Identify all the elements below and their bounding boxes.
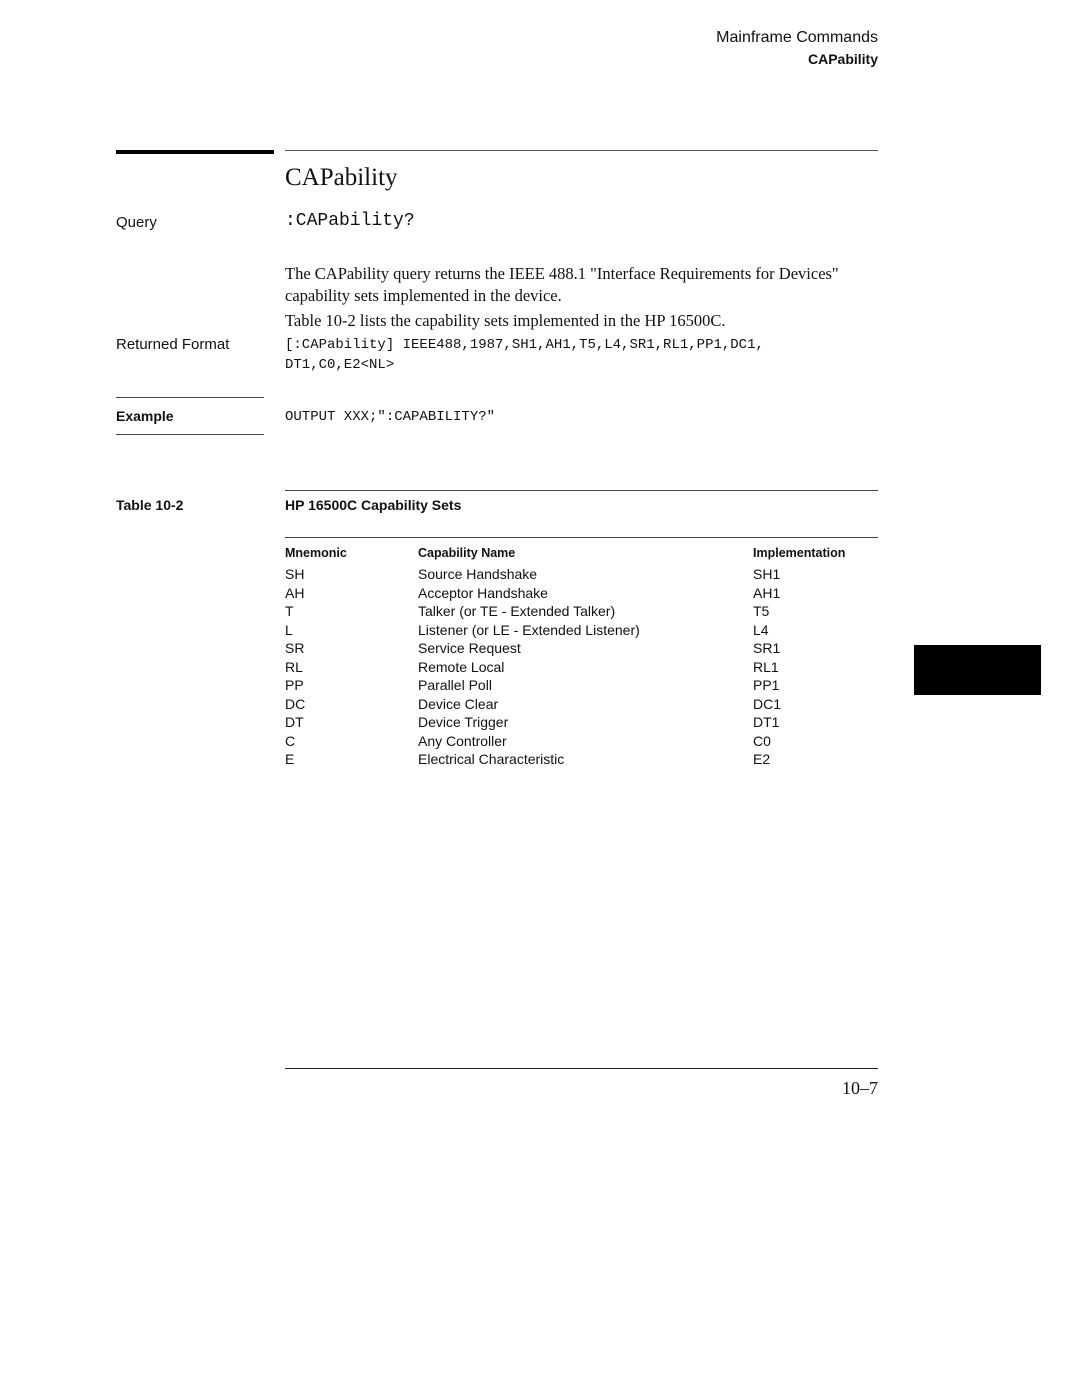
cell-implementation: DC1 [753, 695, 782, 712]
cell-mnemonic: AH [285, 584, 305, 601]
page-number: 10–7 [842, 1078, 878, 1098]
cell-mnemonic: SR [285, 640, 305, 656]
cell-mnemonic: L [285, 621, 293, 638]
table-row: AH Acceptor Handshake AH1 [285, 584, 878, 603]
cell-capability-name: Talker (or TE - Extended Talker) [418, 603, 616, 619]
cell-capability-name: Device Trigger [418, 714, 509, 730]
table-reference-paragraph: Table 10-2 lists the capability sets imp… [285, 311, 726, 330]
cell-implementation: E2 [753, 751, 771, 767]
column-header-capability-name: Capability Name [418, 546, 516, 560]
cell-mnemonic: T [285, 603, 294, 619]
cell-implementation: DT1 [753, 714, 780, 730]
returned-format-line-2: DT1,C0,E2<NL> [285, 357, 395, 373]
table-row: T Talker (or TE - Extended Talker) T5 [285, 602, 878, 621]
cell-capability-name: Service Request [418, 640, 521, 656]
table-row: DC Device Clear DC1 [285, 695, 878, 714]
cell-implementation: SH1 [753, 566, 781, 582]
cell-mnemonic: SH [285, 566, 305, 582]
footer-rule [285, 1068, 878, 1069]
example-rule-bottom [116, 434, 264, 435]
cell-mnemonic: E [285, 751, 295, 767]
cell-capability-name: Any Controller [418, 732, 507, 749]
cell-mnemonic: DC [285, 695, 306, 712]
table-title: HP 16500C Capability Sets [285, 497, 462, 513]
returned-format-label: Returned Format [116, 336, 230, 353]
cell-capability-name: Device Clear [418, 695, 499, 712]
table-row: PP Parallel Poll PP1 [285, 676, 878, 695]
cell-capability-name: Electrical Characteristic [418, 751, 565, 767]
table-header-row: Mnemonic Capability Name Implementation [285, 545, 878, 565]
page-title: CAPability [285, 164, 398, 191]
cell-capability-name: Acceptor Handshake [418, 584, 548, 601]
table-row: SR Service Request SR1 [285, 639, 878, 658]
cell-capability-name: Source Handshake [418, 566, 538, 582]
chapter-thumb-tab [914, 645, 1041, 695]
column-header-implementation: Implementation [753, 546, 846, 560]
section-rule-thin [285, 150, 878, 151]
cell-capability-name: Parallel Poll [418, 677, 492, 693]
table-rule-top [285, 490, 878, 491]
example-label: Example [116, 408, 174, 424]
description-paragraph: The CAPability query returns the IEEE 48… [285, 264, 839, 305]
cell-implementation: C0 [753, 732, 771, 749]
example-rule-top [116, 397, 264, 398]
cell-implementation: AH1 [753, 584, 781, 601]
cell-mnemonic: DT [285, 714, 304, 730]
table-row: DT Device Trigger DT1 [285, 713, 878, 732]
table-row: C Any Controller C0 [285, 732, 878, 751]
table-row: L Listener (or LE - Extended Listener) L4 [285, 621, 878, 640]
cell-implementation: T5 [753, 603, 770, 619]
cell-mnemonic: RL [285, 658, 303, 675]
cell-mnemonic: C [285, 732, 296, 749]
section-rule-thick [116, 150, 274, 154]
cell-implementation: SR1 [753, 640, 781, 656]
cell-capability-name: Listener (or LE - Extended Listener) [418, 621, 640, 638]
table-row: SH Source Handshake SH1 [285, 565, 878, 584]
cell-implementation: L4 [753, 621, 769, 638]
table-row: E Electrical Characteristic E2 [285, 750, 878, 769]
running-header-section: Mainframe Commands [716, 29, 878, 46]
cell-implementation: PP1 [753, 677, 780, 693]
table-number: Table 10-2 [116, 497, 184, 513]
cell-mnemonic: PP [285, 677, 304, 693]
cell-capability-name: Remote Local [418, 658, 505, 675]
example-code: OUTPUT XXX;":CAPABILITY?" [285, 409, 496, 425]
running-header-command: CAPability [807, 51, 878, 67]
column-header-mnemonic: Mnemonic [285, 546, 347, 560]
table-rule-header [285, 537, 878, 538]
query-label: Query [116, 214, 157, 231]
cell-implementation: RL1 [753, 658, 779, 675]
returned-format-line-1: [:CAPability] IEEE488,1987,SH1,AH1,T5,L4… [285, 337, 764, 353]
query-syntax: :CAPability? [285, 211, 415, 231]
capability-table: Mnemonic Capability Name Implementation … [285, 545, 878, 769]
table-row: RL Remote Local RL1 [285, 658, 878, 677]
